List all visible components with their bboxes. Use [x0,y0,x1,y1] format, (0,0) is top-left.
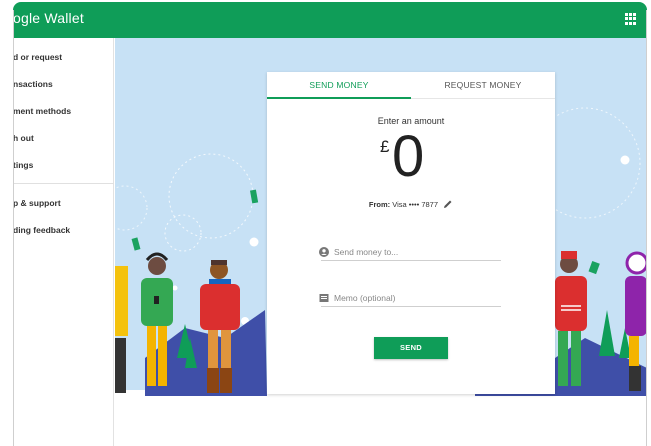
amount-value[interactable]: 0 [392,125,424,189]
person-icon [319,247,329,257]
memo-field [319,291,501,307]
app-window: d or request nsactions ment methods h ou… [0,0,651,446]
apps-grid-icon[interactable] [625,13,637,25]
device-border-right [646,10,647,446]
send-button[interactable]: SEND [374,337,448,359]
recipient-field [319,245,501,261]
sidebar-item-transactions[interactable]: nsactions [13,79,113,89]
sidebar-divider [13,183,114,184]
active-tab-indicator [267,97,411,99]
memo-input[interactable] [334,291,500,305]
recipient-input[interactable] [334,245,500,259]
sidebar-item-cash-out[interactable]: h out [13,133,113,143]
device-bezel-right [647,0,651,446]
pencil-icon[interactable] [443,199,453,209]
device-bezel-left [0,0,13,446]
sidebar-item-help-support[interactable]: p & support [13,198,113,208]
top-app-bar: ogle Wallet [13,2,647,38]
memo-icon [319,294,329,302]
tab-send-money[interactable]: SEND MONEY [267,72,411,98]
sidebar-item-send-or-request[interactable]: d or request [13,52,113,62]
funding-source-value: Visa •••• 7877 [392,200,439,209]
sidebar-item-payment-methods[interactable]: ment methods [13,106,113,116]
from-label: From: [368,200,391,209]
device-border-left [13,10,14,446]
sidebar-nav: d or request nsactions ment methods h ou… [13,38,114,446]
sidebar-item-sending-feedback[interactable]: ding feedback [13,225,113,235]
funding-source-row[interactable]: From: Visa •••• 7877 [267,199,555,209]
tab-request-money[interactable]: REQUEST MONEY [411,72,555,98]
currency-symbol: £ [380,137,390,156]
sidebar-item-settings[interactable]: tings [13,160,113,170]
app-title: ogle Wallet [13,10,84,26]
send-money-card: SEND MONEY REQUEST MONEY Enter an amount… [267,72,555,394]
